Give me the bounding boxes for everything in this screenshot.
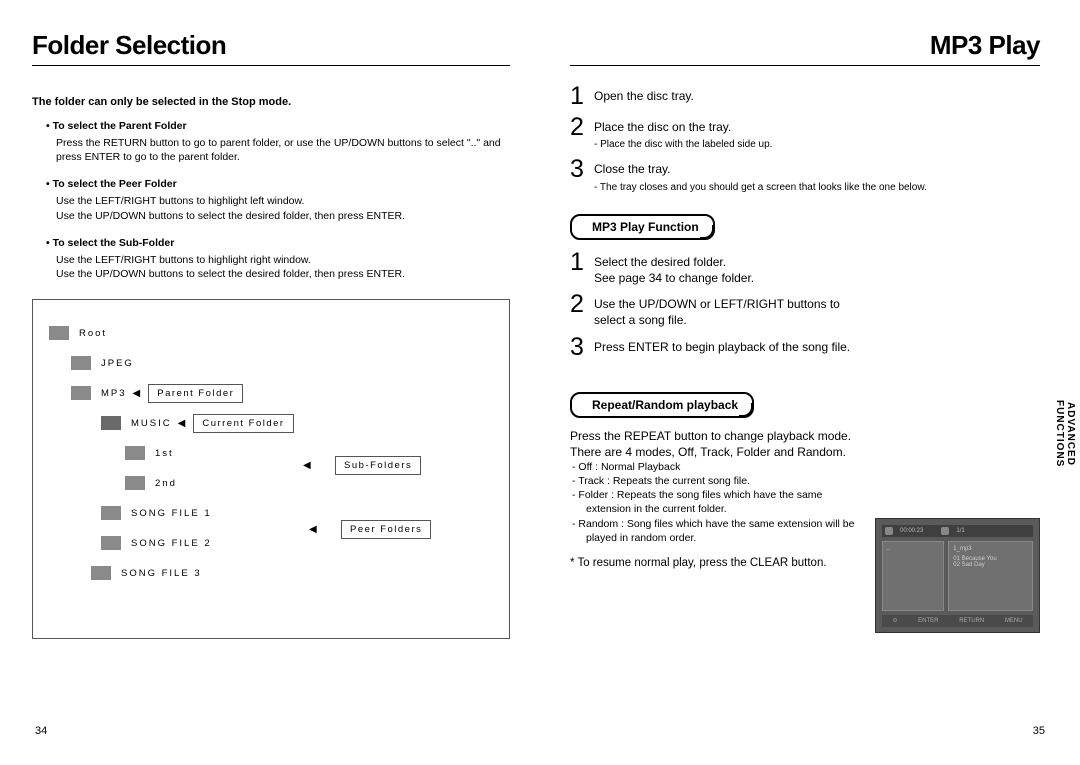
repeat-mode-off: - Off : Normal Playback: [572, 460, 880, 474]
arrow-left-icon: ◀: [303, 460, 313, 471]
tree-music: MUSIC: [131, 418, 172, 429]
repeat-mode-random: - Random : Song files which have the sam…: [572, 517, 880, 531]
step-number: 2: [570, 292, 594, 317]
side-tab-advanced-functions: ADVANCED FUNCTIONS: [1054, 400, 1076, 467]
folder-icon: [49, 326, 69, 340]
tree-song3: SONG FILE 3: [121, 568, 202, 579]
step-number: 1: [570, 84, 594, 109]
play-steps: 1 Select the desired folder. See page 34…: [570, 250, 1040, 360]
bullet-title-parent: To select the Parent Folder: [46, 120, 510, 132]
pill-mp3-play-function: MP3 Play Function: [570, 214, 715, 240]
step-text: Use the UP/DOWN or LEFT/RIGHT buttons to…: [594, 292, 864, 328]
step-number: 3: [570, 335, 594, 360]
tree-jpeg: JPEG: [101, 358, 134, 369]
bullet-body-parent: Press the RETURN button to go to parent …: [56, 136, 510, 164]
callout-current: Current Folder: [193, 414, 293, 433]
folder-tree-diagram: Root JPEG MP3 ◀ Parent Folder MUSIC ◀ Cu…: [32, 299, 510, 639]
repeat-mode-track: - Track : Repeats the current song file.: [572, 474, 880, 488]
step-subnote: - The tray closes and you should get a s…: [594, 182, 927, 193]
page-number-left: 34: [35, 725, 47, 737]
step-number: 2: [570, 115, 594, 140]
tree-song2: SONG FILE 2: [131, 538, 212, 549]
bullet-title-sub: To select the Sub-Folder: [46, 237, 510, 249]
page-number-right: 35: [1033, 725, 1045, 737]
step-number: 3: [570, 157, 594, 182]
folder-intro: The folder can only be selected in the S…: [32, 96, 510, 108]
repeat-mode-random-cont: played in random order.: [586, 531, 880, 545]
title-rule-left: [32, 65, 510, 66]
arrow-left-icon: ◀: [309, 524, 319, 535]
page-title-right: MP3 Play: [570, 30, 1040, 61]
folder-icon: [71, 356, 91, 370]
callout-parent: Parent Folder: [148, 384, 243, 403]
pill-repeat-random: Repeat/Random playback: [570, 392, 754, 418]
bullet-body-peer: Use the LEFT/RIGHT buttons to highlight …: [56, 194, 510, 222]
tree-root: Root: [79, 328, 107, 339]
callout-sub: Sub-Folders: [335, 456, 421, 475]
step-text: Place the disc on the tray.: [594, 120, 731, 134]
arrow-left-icon: ◀: [178, 418, 188, 429]
callout-peer: Peer Folders: [341, 520, 431, 539]
step-text: Select the desired folder. See page 34 t…: [594, 250, 754, 286]
repeat-intro: Press the REPEAT button to change playba…: [570, 428, 880, 460]
player-screenshot: 00:00:23 1/1 .. 1_mp3 01 Because You 02 …: [875, 518, 1040, 633]
repeat-mode-folder-cont: extension in the current folder.: [586, 502, 880, 516]
title-rule-right: [570, 65, 1040, 66]
load-steps: 1 Open the disc tray. 2 Place the disc o…: [570, 84, 1040, 194]
arrow-left-icon: ◀: [133, 388, 143, 399]
folder-icon: [125, 446, 145, 460]
tree-mp3: MP3: [101, 388, 127, 399]
tree-song1: SONG FILE 1: [131, 508, 212, 519]
step-number: 1: [570, 250, 594, 275]
folder-icon: [71, 386, 91, 400]
step-text: Close the tray.: [594, 162, 670, 176]
folder-icon: [101, 416, 121, 430]
page-title-left: Folder Selection: [32, 30, 510, 61]
step-text: Open the disc tray.: [594, 84, 694, 104]
resume-note: * To resume normal play, press the CLEAR…: [570, 557, 880, 569]
repeat-mode-folder: - Folder : Repeats the song files which …: [572, 488, 880, 502]
step-text: Press ENTER to begin playback of the son…: [594, 335, 850, 355]
folder-icon: [125, 476, 145, 490]
bullet-body-sub: Use the LEFT/RIGHT buttons to highlight …: [56, 253, 510, 281]
tree-1st: 1st: [155, 448, 174, 459]
step-subnote: - Place the disc with the labeled side u…: [594, 139, 772, 150]
folder-icon: [101, 506, 121, 520]
folder-icon: [101, 536, 121, 550]
tree-2nd: 2nd: [155, 478, 177, 489]
folder-icon: [91, 566, 111, 580]
bullet-title-peer: To select the Peer Folder: [46, 178, 510, 190]
